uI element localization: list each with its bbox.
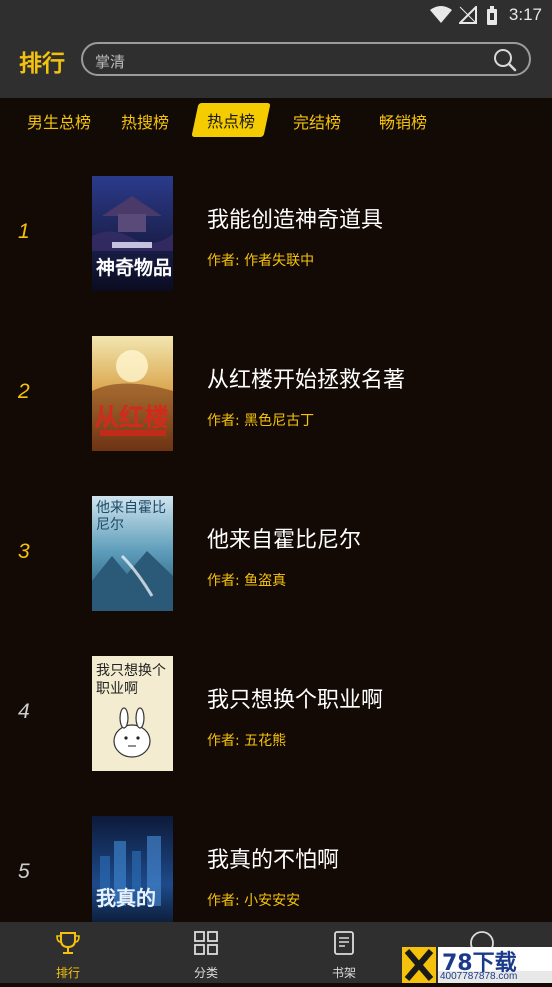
list-item[interactable]: 2 从红楼 从红楼开始拯救名著 作者: 黑色尼古丁 (0, 336, 552, 456)
tab-bar: 男生总榜 热搜榜 热点榜 完结榜 畅销榜 (0, 98, 552, 142)
tab-male-total[interactable]: 男生总榜 (27, 109, 91, 133)
list-item[interactable]: 1 神奇物品 我能创造神奇道具 作者: 作者失联中 (0, 176, 552, 296)
cover-title: 我真的 (96, 886, 156, 910)
rank-number: 3 (18, 540, 30, 563)
watermark-site: 4007787878.com (440, 971, 518, 982)
tab-completed[interactable]: 完结榜 (293, 109, 341, 133)
book-author: 作者: 五花熊 (207, 733, 287, 749)
cover-title: 我只想换个职业啊 (96, 663, 166, 697)
cover-title: 他来自霍比尼尔 (96, 500, 166, 533)
nav-bookshelf-label: 书架 (331, 966, 356, 980)
book-cover[interactable]: 我真的 (92, 816, 173, 922)
book-cover[interactable]: 从红楼 (92, 336, 173, 451)
book-author: 作者: 鱼盗真 (207, 573, 287, 589)
list-item[interactable]: 5 我真的 我真的不怕啊 作者: 小安安安 (0, 816, 552, 936)
wifi-icon (430, 6, 452, 23)
battery-icon (487, 6, 497, 25)
nav-ranking[interactable]: 排行 (28, 922, 108, 983)
book-title[interactable]: 我真的不怕啊 (207, 842, 339, 874)
cover-title: 从红楼 (94, 403, 170, 432)
book-cover[interactable]: 我只想换个职业啊 (92, 656, 173, 771)
cover-title: 神奇物品 (96, 257, 173, 279)
nav-category[interactable]: 分类 (166, 922, 246, 983)
rank-number: 1 (18, 220, 30, 243)
nav-bookshelf[interactable]: 书架 (304, 922, 384, 983)
book-title[interactable]: 他来自霍比尼尔 (207, 522, 361, 554)
trophy-icon (56, 932, 80, 954)
signal-icon (459, 6, 477, 24)
list-item[interactable]: 3 他来自霍比尼尔 他来自霍比尼尔 作者: 鱼盗真 (0, 496, 552, 616)
list-item[interactable]: 4 我只想换个职业啊 我只想换个职业啊 作者: 五花熊 (0, 656, 552, 776)
tab-hot-search[interactable]: 热搜榜 (121, 109, 169, 133)
tab-hot-topics[interactable]: 热点榜 (191, 103, 271, 137)
book-author: 作者: 小安安安 (207, 893, 301, 909)
status-time: 3:17 (508, 5, 542, 24)
grid-icon (194, 931, 218, 955)
book-title[interactable]: 我能创造神奇道具 (207, 202, 383, 234)
nav-category-label: 分类 (193, 966, 218, 980)
book-cover[interactable]: 神奇物品 (92, 176, 173, 291)
book-author: 作者: 作者失联中 (207, 253, 315, 269)
tab-hot-topics-label: 热点榜 (207, 112, 256, 131)
search-icon[interactable] (493, 48, 517, 72)
page-title: 排行 (19, 51, 65, 77)
search-text: 掌清 (95, 53, 126, 71)
status-bar: 3:17 (0, 0, 552, 30)
tab-bestseller[interactable]: 畅销榜 (379, 109, 427, 133)
rank-number: 4 (18, 700, 30, 723)
top-bar: 3:17 排行 掌清 (0, 0, 552, 98)
rank-number: 5 (18, 860, 30, 883)
search-input[interactable]: 掌清 (81, 42, 531, 76)
book-icon (334, 931, 354, 955)
rank-number: 2 (18, 380, 30, 403)
book-cover[interactable]: 他来自霍比尼尔 (92, 496, 173, 611)
book-title[interactable]: 我只想换个职业啊 (207, 682, 383, 714)
book-title[interactable]: 从红楼开始拯救名著 (207, 362, 405, 394)
nav-ranking-label: 排行 (55, 966, 80, 980)
watermark-logo: 78下载 4007787878.com (402, 947, 552, 983)
book-author: 作者: 黑色尼古丁 (207, 413, 315, 429)
